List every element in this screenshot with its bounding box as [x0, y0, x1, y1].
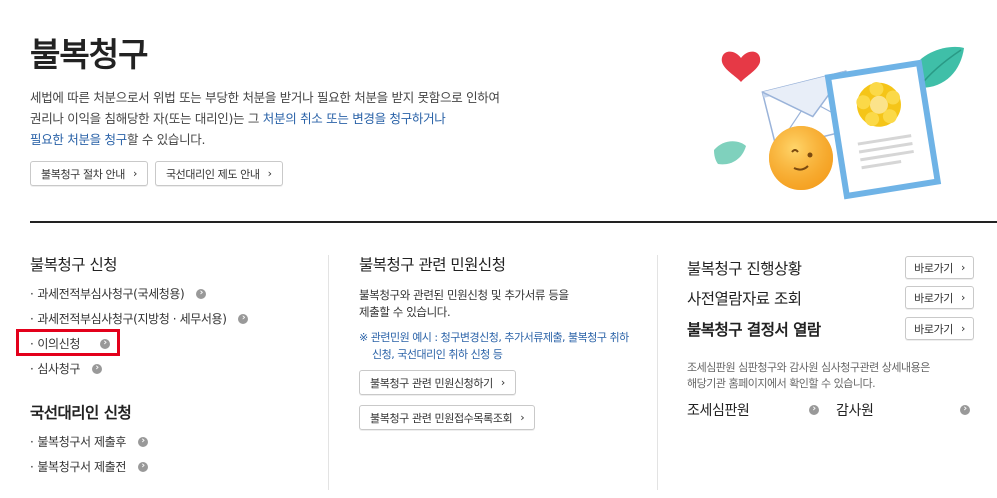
- chevron-right-icon: ›: [500, 376, 505, 389]
- intro-line-3: 필요한 처분을 청구할 수 있습니다.: [30, 132, 206, 147]
- audit-board-link[interactable]: 감사원: [836, 400, 970, 420]
- review-request-link[interactable]: · 심사청구: [30, 360, 102, 377]
- arrow-circle-icon: [809, 405, 819, 415]
- chevron-right-icon: ›: [961, 322, 965, 335]
- pre-view-shortcut-button[interactable]: 바로가기 ›: [905, 286, 974, 309]
- progress-shortcut-button[interactable]: 바로가기 ›: [905, 256, 974, 279]
- pre-view-label: 사전열람자료 조회: [687, 289, 802, 308]
- arrow-circle-icon: [238, 313, 249, 324]
- arrow-circle-icon: [137, 436, 148, 447]
- arrow-circle-icon: [960, 405, 970, 415]
- before-submission-link[interactable]: · 불복청구서 제출전: [30, 458, 148, 475]
- arrow-circle-icon: [91, 363, 102, 374]
- chevron-right-icon: ›: [267, 167, 272, 180]
- page-title: 불복청구: [30, 35, 148, 74]
- decision-row: 불복청구 결정서 열람 바로가기 ›: [687, 317, 974, 340]
- civil-inquiry-button[interactable]: 불복청구 관련 민원접수목록조회 ›: [359, 405, 536, 430]
- civil-example-note: ※ 관련민원 예시 : 청구변경신청, 추가서류제출, 불복청구 취하 신청, …: [359, 331, 629, 361]
- heart-icon: [721, 51, 761, 82]
- intro-line-2: 권리나 이익을 침해당한 자(또는 대리인)는 그 처분의 취소 또는 변경을 …: [30, 111, 446, 126]
- proxy-guide-button[interactable]: 국선대리인 제도 안내 ›: [154, 161, 283, 186]
- hero-illustration: [714, 46, 964, 200]
- highlight-box: [16, 329, 120, 356]
- after-submission-link[interactable]: · 불복청구서 제출후: [30, 433, 148, 450]
- section-divider: [30, 221, 997, 223]
- smiley-icon: [769, 126, 833, 190]
- intro-highlight-1: 처분의 취소 또는 변경을 청구하거나: [262, 111, 446, 126]
- civil-section-title: 불복청구 관련 민원신청: [359, 256, 506, 274]
- progress-label: 불복청구 진행상황: [687, 259, 802, 278]
- decision-shortcut-button[interactable]: 바로가기 ›: [905, 317, 974, 340]
- pre-view-row: 사전열람자료 조회 바로가기 ›: [687, 286, 974, 309]
- document-icon: [824, 59, 942, 200]
- intro-highlight-2: 필요한 처분을 청구: [30, 132, 127, 147]
- apply-section-title: 불복청구 신청: [30, 256, 118, 274]
- leaf-icon: [714, 141, 746, 165]
- decision-label: 불복청구 결정서 열람: [687, 320, 821, 339]
- progress-row: 불복청구 진행상황 바로가기 ›: [687, 256, 974, 279]
- hero-button-group: 불복청구 절차 안내 › 국선대리인 제도 안내 ›: [30, 161, 283, 186]
- civil-apply-button[interactable]: 불복청구 관련 민원신청하기 ›: [359, 370, 516, 395]
- arrow-circle-icon: [196, 288, 207, 299]
- pre-assessment-nts-link[interactable]: · 과세전적부심사청구(국세청용): [30, 285, 207, 302]
- column-separator: [328, 255, 329, 490]
- procedure-guide-button[interactable]: 불복청구 절차 안내 ›: [30, 161, 148, 186]
- tax-tribunal-link[interactable]: 조세심판원: [687, 400, 819, 420]
- chevron-right-icon: ›: [961, 291, 965, 304]
- intro-description: 세법에 따른 처분으로서 위법 또는 부당한 처분을 받거나 필요한 처분을 받…: [30, 87, 590, 150]
- chevron-right-icon: ›: [520, 411, 525, 424]
- intro-line-1: 세법에 따른 처분으로서 위법 또는 부당한 처분을 받거나 필요한 처분을 받…: [30, 90, 500, 105]
- chevron-right-icon: ›: [961, 261, 965, 274]
- chevron-right-icon: ›: [132, 167, 137, 180]
- civil-description: 불복청구와 관련된 민원신청 및 추가서류 등을 제출할 수 있습니다.: [359, 288, 569, 319]
- proxy-section-title: 국선대리인 신청: [30, 404, 132, 422]
- arrow-circle-icon: [137, 461, 148, 472]
- external-agency-note: 조세심판원 심판청구와 감사원 심사청구관련 상세내용은 해당기관 홈페이지에서…: [687, 361, 930, 390]
- pre-assessment-regional-link[interactable]: · 과세전적부심사청구(지방청 · 세무서용): [30, 310, 249, 327]
